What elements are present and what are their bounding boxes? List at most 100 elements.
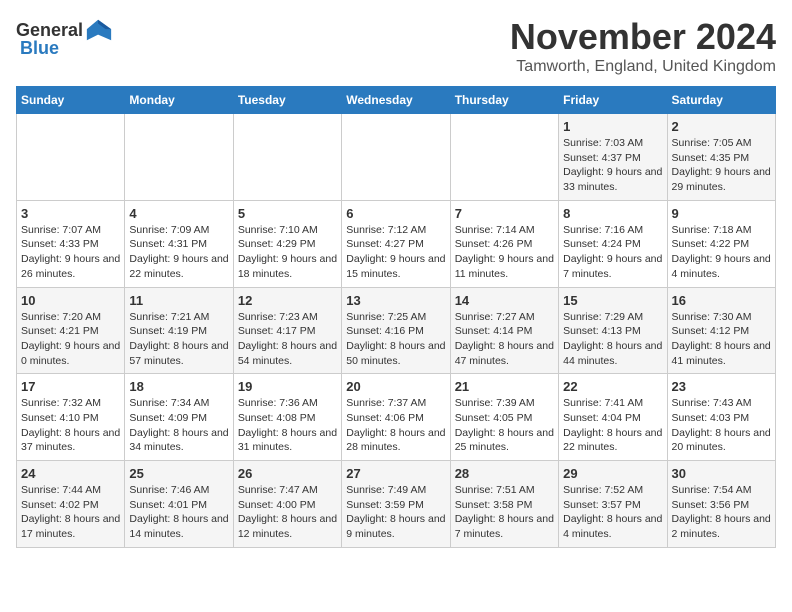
day-info: Sunrise: 7:29 AM Sunset: 4:13 PM Dayligh… — [563, 310, 662, 369]
day-number: 20 — [346, 379, 445, 394]
calendar-cell: 16 Sunrise: 7:30 AM Sunset: 4:12 PM Dayli… — [667, 287, 775, 374]
day-info: Sunrise: 7:30 AM Sunset: 4:12 PM Dayligh… — [672, 310, 771, 369]
day-info: Sunrise: 7:25 AM Sunset: 4:16 PM Dayligh… — [346, 310, 445, 369]
day-info: Sunrise: 7:43 AM Sunset: 4:03 PM Dayligh… — [672, 396, 771, 455]
calendar-cell: 24Sunrise: 7:44 AM Sunset: 4:02 PM Dayli… — [17, 461, 125, 548]
day-number: 15 — [563, 293, 662, 308]
day-number: 8 — [563, 206, 662, 221]
day-info: Sunrise: 7:47 AM Sunset: 4:00 PM Dayligh… — [238, 483, 337, 542]
day-number: 10 — [21, 293, 120, 308]
calendar-cell — [125, 114, 233, 201]
day-number: 2 — [672, 119, 771, 134]
calendar-cell: 6 Sunrise: 7:12 AM Sunset: 4:27 PM Daylig… — [342, 200, 450, 287]
day-info: Sunrise: 7:32 AM Sunset: 4:10 PM Dayligh… — [21, 396, 120, 455]
day-number: 27 — [346, 466, 445, 481]
day-number: 29 — [563, 466, 662, 481]
calendar-cell: 7 Sunrise: 7:14 AM Sunset: 4:26 PM Daylig… — [450, 200, 558, 287]
day-info: Sunrise: 7:09 AM Sunset: 4:31 PM Dayligh… — [129, 223, 228, 282]
day-number: 17 — [21, 379, 120, 394]
calendar-cell: 17 Sunrise: 7:32 AM Sunset: 4:10 PM Dayli… — [17, 374, 125, 461]
day-number: 4 — [129, 206, 228, 221]
month-title: November 2024 — [510, 16, 776, 58]
day-number: 12 — [238, 293, 337, 308]
day-info: Sunrise: 7:52 AM Sunset: 3:57 PM Dayligh… — [563, 483, 662, 542]
calendar-cell: 18 Sunrise: 7:34 AM Sunset: 4:09 PM Dayli… — [125, 374, 233, 461]
day-info: Sunrise: 7:12 AM Sunset: 4:27 PM Dayligh… — [346, 223, 445, 282]
day-info: Sunrise: 7:20 AM Sunset: 4:21 PM Dayligh… — [21, 310, 120, 369]
calendar-cell: 2Sunrise: 7:05 AM Sunset: 4:35 PM Daylig… — [667, 114, 775, 201]
calendar-table: SundayMondayTuesdayWednesdayThursdayFrid… — [16, 86, 776, 548]
calendar-cell: 27 Sunrise: 7:49 AM Sunset: 3:59 PM Dayli… — [342, 461, 450, 548]
day-info: Sunrise: 7:51 AM Sunset: 3:58 PM Dayligh… — [455, 483, 554, 542]
day-info: Sunrise: 7:36 AM Sunset: 4:08 PM Dayligh… — [238, 396, 337, 455]
title-area: November 2024 Tamworth, England, United … — [510, 16, 776, 76]
day-info: Sunrise: 7:16 AM Sunset: 4:24 PM Dayligh… — [563, 223, 662, 282]
location-title: Tamworth, England, United Kingdom — [510, 58, 776, 76]
day-info: Sunrise: 7:27 AM Sunset: 4:14 PM Dayligh… — [455, 310, 554, 369]
day-info: Sunrise: 7:23 AM Sunset: 4:17 PM Dayligh… — [238, 310, 337, 369]
calendar-cell: 15 Sunrise: 7:29 AM Sunset: 4:13 PM Dayli… — [559, 287, 667, 374]
day-number: 7 — [455, 206, 554, 221]
day-info: Sunrise: 7:10 AM Sunset: 4:29 PM Dayligh… — [238, 223, 337, 282]
day-info: Sunrise: 7:34 AM Sunset: 4:09 PM Dayligh… — [129, 396, 228, 455]
day-number: 1 — [563, 119, 662, 134]
day-number: 5 — [238, 206, 337, 221]
calendar-cell — [342, 114, 450, 201]
calendar-cell: 10 Sunrise: 7:20 AM Sunset: 4:21 PM Dayli… — [17, 287, 125, 374]
logo-icon — [85, 16, 113, 44]
day-info: Sunrise: 7:07 AM Sunset: 4:33 PM Dayligh… — [21, 223, 120, 282]
day-number: 16 — [672, 293, 771, 308]
day-info: Sunrise: 7:46 AM Sunset: 4:01 PM Dayligh… — [129, 483, 228, 542]
day-info: Sunrise: 7:49 AM Sunset: 3:59 PM Dayligh… — [346, 483, 445, 542]
calendar-cell: 8 Sunrise: 7:16 AM Sunset: 4:24 PM Daylig… — [559, 200, 667, 287]
calendar-cell — [233, 114, 341, 201]
logo-blue: Blue — [20, 38, 59, 59]
weekday-header-row: SundayMondayTuesdayWednesdayThursdayFrid… — [17, 87, 776, 114]
calendar-cell: 30 Sunrise: 7:54 AM Sunset: 3:56 PM Dayli… — [667, 461, 775, 548]
day-number: 22 — [563, 379, 662, 394]
calendar-cell: 1 Sunrise: 7:03 AM Sunset: 4:37 PM Daylig… — [559, 114, 667, 201]
calendar-cell: 14 Sunrise: 7:27 AM Sunset: 4:14 PM Dayli… — [450, 287, 558, 374]
calendar-cell: 26Sunrise: 7:47 AM Sunset: 4:00 PM Dayli… — [233, 461, 341, 548]
day-info: Sunrise: 7:03 AM Sunset: 4:37 PM Dayligh… — [563, 136, 662, 195]
calendar-cell: 22 Sunrise: 7:41 AM Sunset: 4:04 PM Dayli… — [559, 374, 667, 461]
day-number: 11 — [129, 293, 228, 308]
calendar-cell: 4 Sunrise: 7:09 AM Sunset: 4:31 PM Daylig… — [125, 200, 233, 287]
day-info: Sunrise: 7:39 AM Sunset: 4:05 PM Dayligh… — [455, 396, 554, 455]
day-number: 3 — [21, 206, 120, 221]
calendar-cell: 21 Sunrise: 7:39 AM Sunset: 4:05 PM Dayli… — [450, 374, 558, 461]
weekday-header: Monday — [125, 87, 233, 114]
calendar-cell: 20 Sunrise: 7:37 AM Sunset: 4:06 PM Dayli… — [342, 374, 450, 461]
calendar-cell: 25 Sunrise: 7:46 AM Sunset: 4:01 PM Dayli… — [125, 461, 233, 548]
calendar-cell: 28 Sunrise: 7:51 AM Sunset: 3:58 PM Dayli… — [450, 461, 558, 548]
day-number: 21 — [455, 379, 554, 394]
calendar-cell — [450, 114, 558, 201]
day-info: Sunrise: 7:37 AM Sunset: 4:06 PM Dayligh… — [346, 396, 445, 455]
calendar-cell: 5 Sunrise: 7:10 AM Sunset: 4:29 PM Daylig… — [233, 200, 341, 287]
day-number: 6 — [346, 206, 445, 221]
day-number: 28 — [455, 466, 554, 481]
calendar-cell: 29 Sunrise: 7:52 AM Sunset: 3:57 PM Dayli… — [559, 461, 667, 548]
day-number: 25 — [129, 466, 228, 481]
calendar-cell: 3 Sunrise: 7:07 AM Sunset: 4:33 PM Daylig… — [17, 200, 125, 287]
calendar-week-row: 10 Sunrise: 7:20 AM Sunset: 4:21 PM Dayli… — [17, 287, 776, 374]
day-info: Sunrise: 7:14 AM Sunset: 4:26 PM Dayligh… — [455, 223, 554, 282]
day-info: Sunrise: 7:18 AM Sunset: 4:22 PM Dayligh… — [672, 223, 771, 282]
calendar-cell: 13Sunrise: 7:25 AM Sunset: 4:16 PM Dayli… — [342, 287, 450, 374]
calendar-cell — [17, 114, 125, 201]
header: General Blue November 2024 Tamworth, Eng… — [16, 16, 776, 76]
day-info: Sunrise: 7:21 AM Sunset: 4:19 PM Dayligh… — [129, 310, 228, 369]
day-number: 23 — [672, 379, 771, 394]
day-number: 19 — [238, 379, 337, 394]
calendar-cell: 11 Sunrise: 7:21 AM Sunset: 4:19 PM Dayli… — [125, 287, 233, 374]
weekday-header: Wednesday — [342, 87, 450, 114]
day-number: 30 — [672, 466, 771, 481]
logo: General Blue — [16, 16, 113, 59]
day-info: Sunrise: 7:54 AM Sunset: 3:56 PM Dayligh… — [672, 483, 771, 542]
day-number: 18 — [129, 379, 228, 394]
day-number: 14 — [455, 293, 554, 308]
calendar-week-row: 17 Sunrise: 7:32 AM Sunset: 4:10 PM Dayli… — [17, 374, 776, 461]
day-number: 24 — [21, 466, 120, 481]
weekday-header: Thursday — [450, 87, 558, 114]
day-info: Sunrise: 7:41 AM Sunset: 4:04 PM Dayligh… — [563, 396, 662, 455]
